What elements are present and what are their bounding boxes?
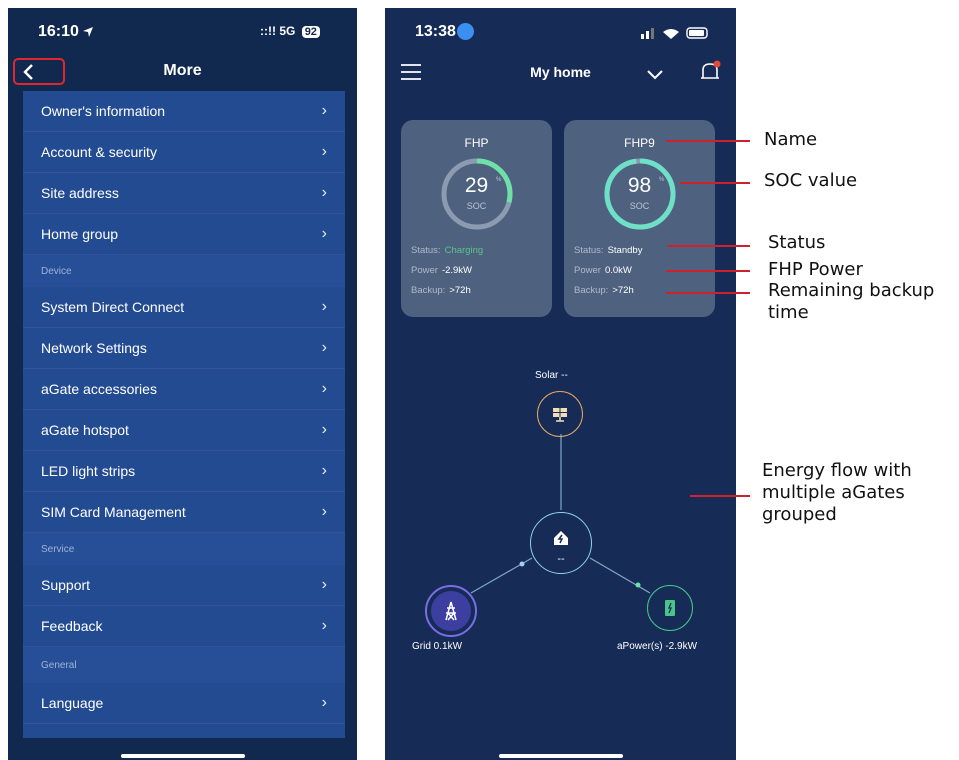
chevron-right-icon: › — [321, 143, 327, 160]
menu-item[interactable]: Site address › — [23, 173, 345, 214]
menu-item[interactable]: SIM Card Management › — [23, 492, 345, 533]
annotation-line-power — [666, 270, 750, 272]
chevron-right-icon: › — [321, 380, 327, 397]
signal-icon: ::!! — [260, 24, 276, 38]
menu-item[interactable]: System Direct Connect › — [23, 287, 345, 328]
home-value: -- — [557, 553, 565, 565]
menu-section-service: Service — [23, 533, 345, 565]
menu-item[interactable]: Owner's information › — [23, 91, 345, 132]
menu-item-label: aGate accessories — [41, 381, 157, 397]
menu-item[interactable]: Network Settings › — [23, 328, 345, 369]
menu-item-label: Site address — [41, 185, 119, 201]
chevron-right-icon: › — [321, 298, 327, 315]
location-arrow-icon — [83, 27, 93, 37]
menu-section-device: Device — [23, 255, 345, 287]
menu-item[interactable]: aGate accessories › — [23, 369, 345, 410]
menu-item[interactable]: Feedback › — [23, 606, 345, 647]
menu-item-label: Language — [41, 695, 104, 711]
menu-item[interactable]: Support › — [23, 565, 345, 606]
menu-item[interactable]: aGate hotspot › — [23, 410, 345, 451]
home-icon — [554, 531, 568, 545]
annotation-status: Status — [768, 232, 826, 253]
menu-item[interactable]: Home group › — [23, 214, 345, 255]
annotation-backup: Remaining backup time — [768, 280, 935, 323]
chevron-right-icon: › — [321, 102, 327, 119]
chevron-right-icon: › — [321, 462, 327, 479]
grid-node[interactable] — [425, 585, 477, 637]
menu-item-label: Account & security — [41, 144, 157, 160]
home-indicator — [499, 754, 623, 758]
menu-item[interactable]: LED light strips › — [23, 451, 345, 492]
menu-section-general: General — [23, 647, 345, 683]
chevron-right-icon: › — [321, 617, 327, 634]
more-screen: 16:10 ::!! 5G 92 More Owner's informatio… — [8, 8, 357, 760]
grid-label: Grid 0.1kW — [412, 641, 463, 652]
menu-item-label: Network Settings — [41, 340, 147, 356]
menu-item-label: Home group — [41, 226, 119, 242]
solar-node[interactable] — [537, 391, 583, 437]
apower-label: aPower(s) -2.9kW — [617, 641, 698, 652]
annotation-soc: SOC value — [764, 170, 858, 191]
annotation-name: Name — [764, 129, 818, 150]
menu-item-label: aGate hotspot — [41, 422, 129, 438]
solar-panel-icon — [553, 408, 567, 422]
menu-item[interactable]: Language › — [23, 683, 345, 724]
home-screen: 13:38 My home FHP 29 % SOC Status: Chargi… — [385, 8, 736, 760]
power-tower-icon — [445, 601, 457, 621]
chevron-right-icon: › — [321, 421, 327, 438]
menu-item[interactable]: Account & security › — [23, 132, 345, 173]
menu-item-label: SIM Card Management — [41, 504, 186, 520]
status-right: ::!! 5G 92 — [260, 24, 320, 38]
chevron-right-icon: › — [321, 694, 327, 711]
menu-item-label: LED light strips — [41, 463, 136, 479]
chevron-right-icon: › — [321, 225, 327, 242]
chevron-right-icon: › — [321, 576, 327, 593]
grid-icon-bg — [431, 591, 471, 631]
annotation-line-backup — [666, 292, 750, 294]
battery-icon — [665, 600, 675, 616]
solar-label: Solar -- — [535, 370, 568, 381]
network-label: 5G — [279, 24, 296, 38]
apower-node[interactable] — [647, 585, 693, 631]
annotation-line-status — [668, 245, 750, 247]
chevron-right-icon: › — [321, 503, 327, 520]
chevron-right-icon: › — [321, 339, 327, 356]
battery-icon: 92 — [301, 26, 320, 38]
chevron-right-icon: › — [321, 184, 327, 201]
annotation-line-energy — [690, 495, 750, 497]
annotation-power: FHP Power — [768, 259, 863, 280]
home-indicator — [121, 754, 245, 758]
menu-item-label: System Direct Connect — [41, 299, 185, 315]
menu-item-label: Feedback — [41, 618, 103, 634]
annotation-line-name — [666, 140, 750, 142]
menu-item-label: Support — [41, 577, 91, 593]
status-time: 16:10 — [38, 23, 79, 40]
menu-item-label: Owner's information — [41, 103, 166, 119]
page-title: More — [163, 62, 202, 79]
settings-menu: Owner's information › Account & security › S… — [23, 91, 345, 738]
home-node[interactable]: -- — [530, 512, 592, 574]
annotation-line-soc — [680, 182, 750, 184]
annotation-energy: Energy flow with multiple aGates grouped — [762, 460, 912, 525]
